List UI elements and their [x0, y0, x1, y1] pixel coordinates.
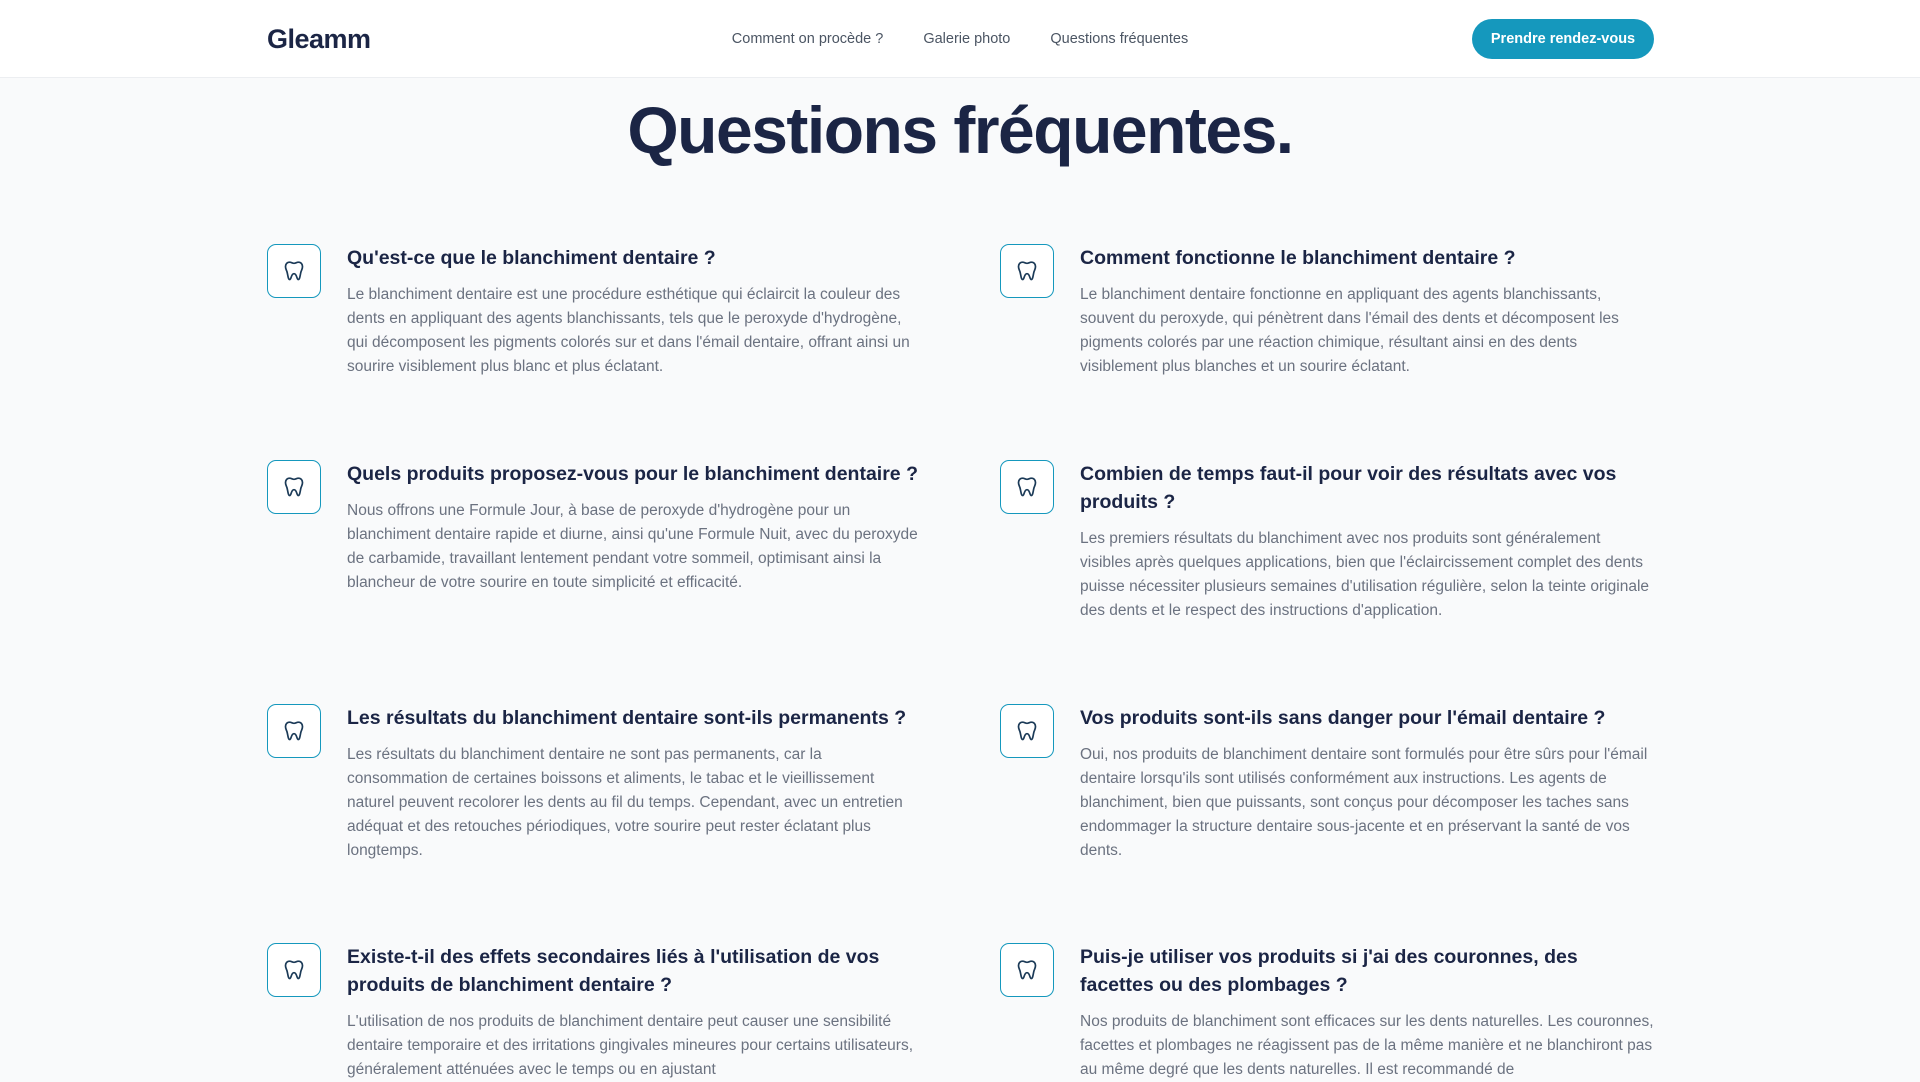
page-title: Questions fréquentes. [627, 93, 1294, 167]
faq-answer: Les premiers résultats du blanchiment av… [1080, 530, 1650, 619]
faq-answer: Le blanchiment dentaire est une procédur… [347, 286, 910, 375]
nav-link-faq[interactable]: Questions fréquentes [1050, 29, 1188, 49]
faq-answer: Nos produits de blanchiment sont efficac… [1080, 1013, 1654, 1078]
tooth-icon [267, 943, 321, 997]
nav-link-procedure[interactable]: Comment on procède ? [732, 29, 884, 49]
faq-answer: Les résultats du blanchiment dentaire ne… [347, 746, 903, 859]
faq-question: Qu'est-ce que le blanchiment dentaire ? [347, 247, 716, 269]
faq-answer: Le blanchiment dentaire fonctionne en ap… [1080, 286, 1619, 375]
tooth-icon [267, 460, 321, 514]
faq-question: Vos produits sont-ils sans danger pour l… [1080, 707, 1606, 729]
tooth-icon [1000, 460, 1054, 514]
faq-answer: Nous offrons une Formule Jour, à base de… [347, 502, 918, 591]
faq-question: Quels produits proposez-vous pour le bla… [347, 463, 918, 485]
book-appointment-button[interactable]: Prendre rendez-vous [1472, 19, 1654, 59]
tooth-icon [1000, 943, 1054, 997]
faq-question: Les résultats du blanchiment dentaire so… [347, 707, 907, 729]
tooth-icon [1000, 244, 1054, 298]
faq-question: Comment fonctionne le blanchiment dentai… [1080, 247, 1516, 269]
site-logo[interactable]: Gleamm [267, 22, 371, 56]
tooth-icon [1000, 704, 1054, 758]
faq-answer: L'utilisation de nos produits de blanchi… [347, 1013, 914, 1078]
nav-link-gallery[interactable]: Galerie photo [923, 29, 1010, 49]
faq-question: Puis-je utiliser vos produits si j'ai de… [1080, 946, 1578, 996]
site-header: Gleamm Comment on procède ? Galerie phot… [0, 0, 1920, 78]
faq-answer: Oui, nos produits de blanchiment dentair… [1080, 746, 1648, 859]
tooth-icon [267, 244, 321, 298]
tooth-icon [267, 704, 321, 758]
faq-question: Existe-t-il des effets secondaires liés … [347, 946, 880, 996]
faq-question: Combien de temps faut-il pour voir des r… [1080, 463, 1617, 513]
